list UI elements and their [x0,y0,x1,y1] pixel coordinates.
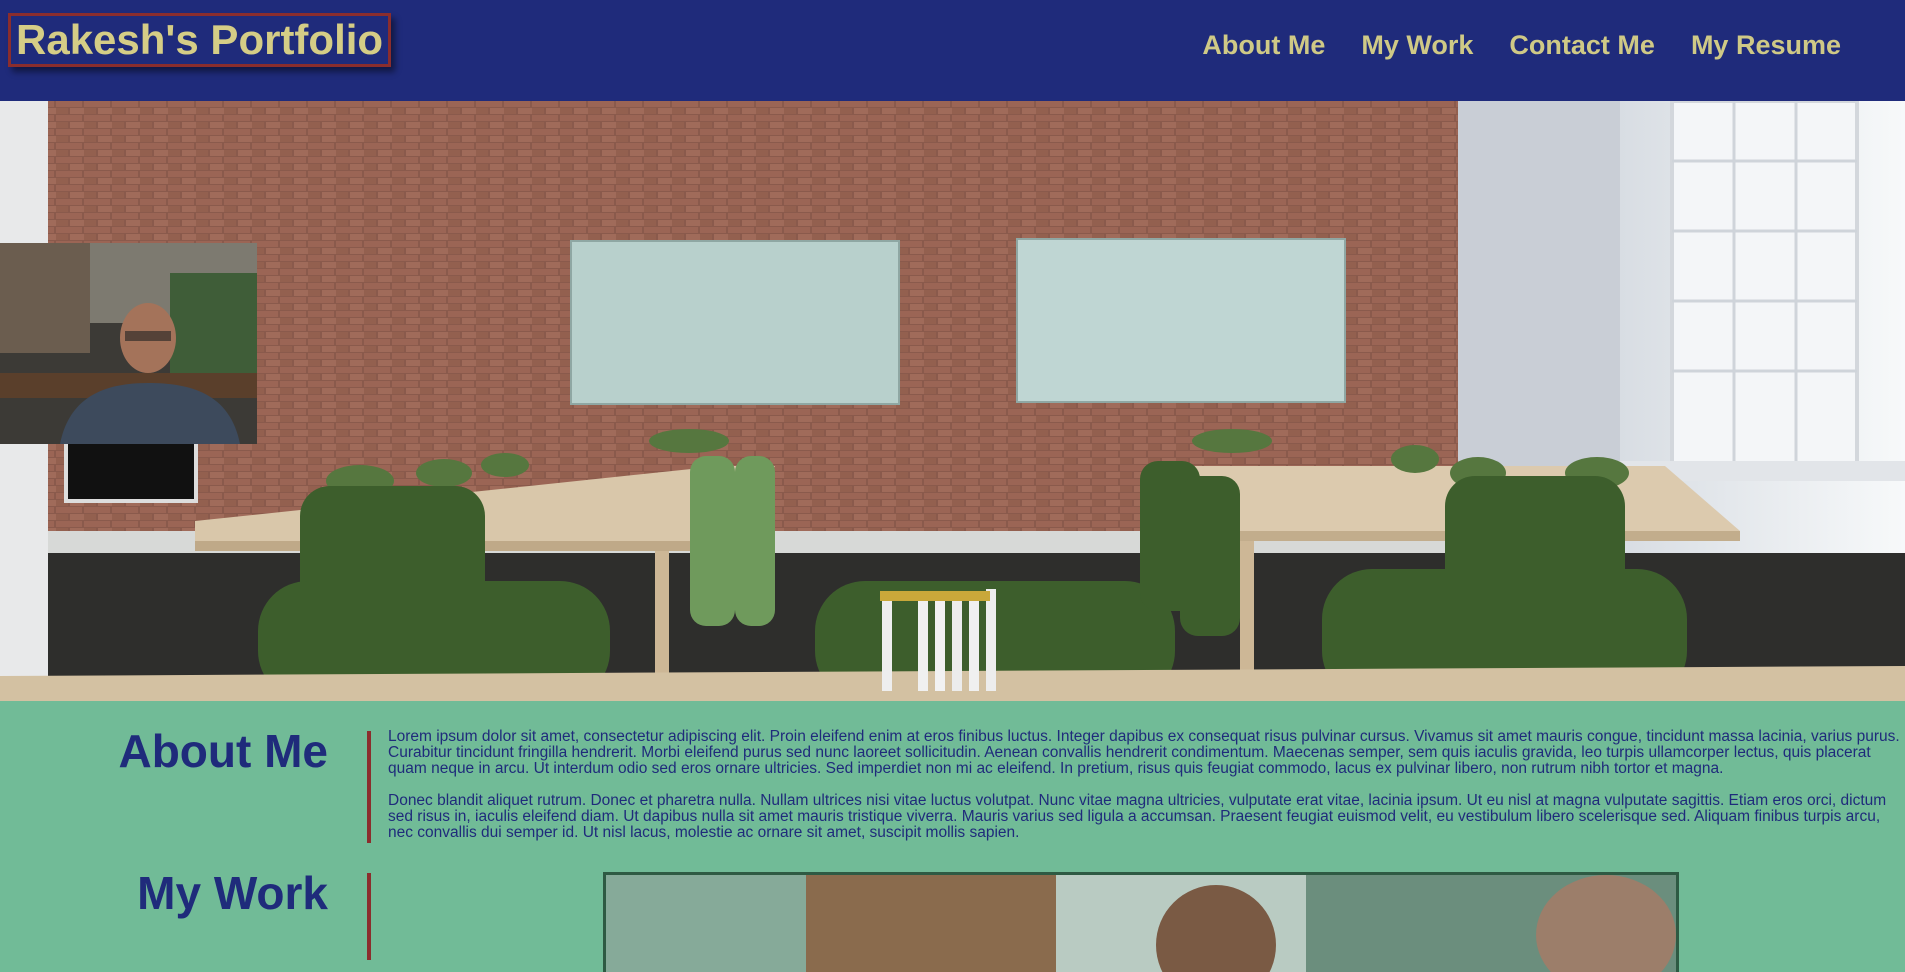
hero-office-image [0,101,1905,701]
nav-my-work[interactable]: My Work [1361,30,1473,61]
about-me-text: Lorem ipsum dolor sit amet, consectetur … [388,729,1905,857]
nav-my-resume[interactable]: My Resume [1691,30,1841,61]
about-paragraph-2: Donec blandit aliquet rutrum. Donec et p… [388,792,1887,841]
work-divider [367,873,371,960]
about-me-heading: About Me [118,725,328,777]
person-photo-icon [0,243,257,444]
nav-contact-me[interactable]: Contact Me [1509,30,1655,61]
about-divider [367,731,371,843]
work-photo-icon [606,875,1676,972]
about-paragraph-1: Lorem ipsum dolor sit amet, consectetur … [388,728,1900,777]
site-logo[interactable]: Rakesh's Portfolio [8,13,392,67]
main-nav: About Me My Work Contact Me My Resume [1202,30,1841,61]
profile-photo [0,243,257,444]
nav-about-me[interactable]: About Me [1202,30,1325,61]
work-project-image[interactable] [603,872,1679,972]
my-work-heading: My Work [137,867,328,919]
hero-office-illustration [0,101,1905,701]
site-header: Rakesh's Portfolio About Me My Work Cont… [0,0,1905,101]
